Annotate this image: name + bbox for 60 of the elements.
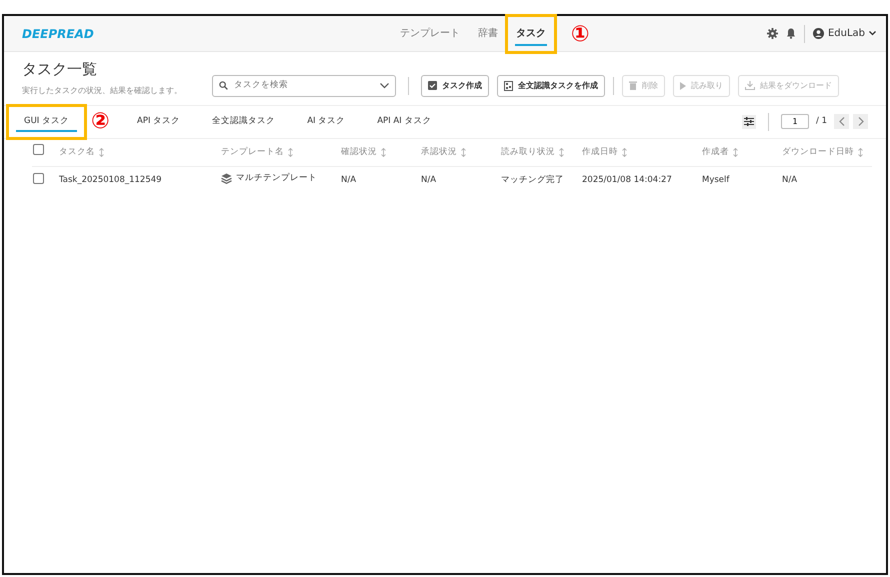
- tab[interactable]: AI タスク: [291, 106, 362, 138]
- sort-icon[interactable]: [99, 148, 104, 157]
- download-icon: [745, 81, 755, 90]
- page-total: / 1: [816, 115, 827, 128]
- annotation-marker: ②: [91, 110, 110, 132]
- column-header[interactable]: 確認状況: [341, 146, 377, 159]
- logo[interactable]: DEEPREAD: [22, 24, 94, 42]
- next-page-button[interactable]: [853, 114, 868, 129]
- layers-icon: [221, 173, 232, 184]
- column-header[interactable]: 読み取り状況: [501, 146, 555, 159]
- column-header[interactable]: 作成日時: [582, 146, 618, 159]
- column-header[interactable]: テンプレート名: [221, 146, 284, 159]
- user-icon: [812, 28, 824, 39]
- table-cell: N/A: [341, 175, 356, 186]
- table-cell: Myself: [702, 175, 730, 186]
- column-header[interactable]: 承認状況: [421, 146, 457, 159]
- page-number-field[interactable]: 1: [781, 114, 810, 129]
- user-menu[interactable]: EduLab: [812, 26, 876, 41]
- page-title: タスク一覧: [22, 59, 98, 80]
- table-cell: N/A: [421, 175, 436, 186]
- search-field[interactable]: タスクを検索: [212, 74, 396, 96]
- sort-icon[interactable]: [622, 148, 627, 157]
- sort-icon[interactable]: [461, 148, 466, 157]
- tab[interactable]: 全文認識タスク: [196, 106, 292, 138]
- table-cell: 2025/01/08 14:04:27: [582, 175, 672, 186]
- dropdown-caret-icon: [380, 82, 389, 88]
- previous-page-button[interactable]: [834, 114, 849, 129]
- table-cell: マルチテンプレート: [236, 172, 317, 186]
- tab[interactable]: API タスク: [121, 106, 196, 138]
- play-icon: [680, 82, 686, 90]
- page-subtitle: 実行したタスクの状況、結果を確認します。: [22, 84, 182, 96]
- nav-tab[interactable]: テンプレート: [390, 16, 469, 52]
- chevron-right-icon: [858, 117, 864, 126]
- column-header[interactable]: 作成者: [702, 146, 729, 159]
- column-header[interactable]: ダウンロード日時: [782, 146, 854, 159]
- scan-icon: [504, 80, 513, 90]
- row-checkbox[interactable]: [33, 172, 44, 184]
- caret-icon: [869, 31, 876, 36]
- trash-icon: [629, 81, 637, 90]
- checkbox-icon: [428, 81, 437, 90]
- table-cell: N/A: [782, 175, 798, 186]
- filter-settings-button[interactable]: [742, 114, 756, 128]
- bell-icon[interactable]: [786, 28, 796, 39]
- tab[interactable]: API AI タスク: [361, 106, 448, 138]
- chevron-left-icon: [838, 117, 844, 126]
- column-header[interactable]: タスク名: [59, 146, 95, 159]
- annotation-marker: ①: [570, 24, 590, 46]
- table-cell: Task_20250108_112549: [59, 175, 162, 186]
- nav-tab[interactable]: 辞書: [468, 16, 507, 52]
- table-cell: マッチング完了: [501, 175, 564, 186]
- select-all-checkbox[interactable]: [33, 144, 44, 156]
- sort-icon[interactable]: [559, 148, 564, 157]
- sort-icon[interactable]: [858, 148, 863, 157]
- settings-icon[interactable]: [766, 28, 778, 39]
- create-fulltext-task-button[interactable]: 全文認識タスクを作成: [497, 74, 605, 96]
- search-icon: [219, 81, 228, 90]
- sort-icon[interactable]: [381, 148, 386, 157]
- create-task-button[interactable]: タスク作成: [421, 74, 489, 96]
- sort-icon[interactable]: [288, 148, 293, 157]
- sort-icon[interactable]: [733, 148, 738, 157]
